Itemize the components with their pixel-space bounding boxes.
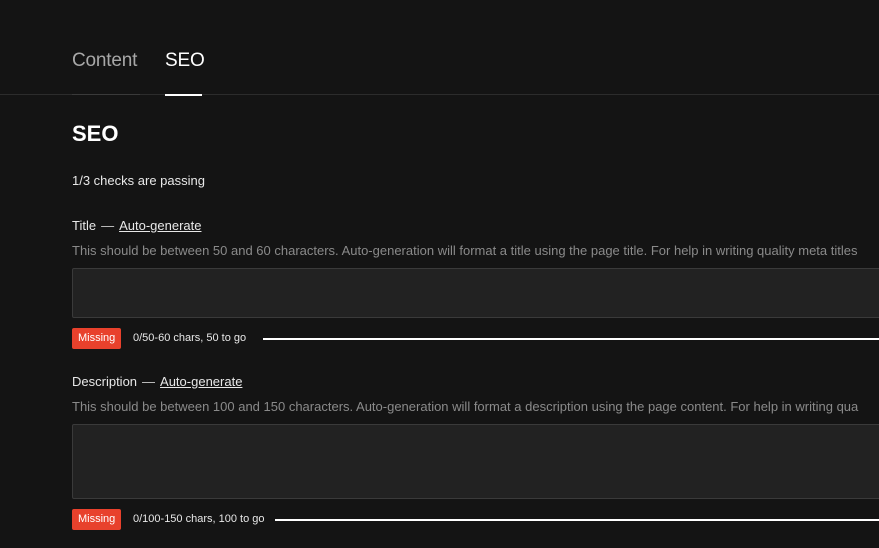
tab-seo[interactable]: SEO — [165, 50, 205, 96]
description-char-count: 0/100-150 chars, 100 to go — [133, 513, 265, 525]
description-textarea[interactable] — [72, 424, 879, 499]
description-hint: This should be between 100 and 150 chara… — [72, 399, 859, 414]
description-field-label: Description — Auto-generate — [72, 374, 242, 390]
tab-bar: Content SEO — [0, 0, 879, 96]
tab-content[interactable]: Content — [72, 50, 140, 95]
description-status-badge: Missing — [72, 509, 122, 530]
description-auto-generate-link[interactable]: Auto-generate — [160, 374, 242, 389]
title-field-label: Title — Auto-generate — [72, 218, 201, 234]
title-label-separator: — — [101, 218, 115, 233]
description-label-separator: — — [142, 374, 156, 389]
description-label-text: Description — [72, 374, 138, 389]
title-status-row: Missing 0/50-60 chars, 50 to go — [72, 328, 879, 349]
tab-seo-active-underline — [165, 94, 202, 96]
title-progress-bar — [263, 338, 879, 340]
title-char-count: 0/50-60 chars, 50 to go — [133, 332, 247, 344]
title-hint: This should be between 50 and 60 charact… — [72, 243, 858, 258]
title-auto-generate-link[interactable]: Auto-generate — [119, 218, 201, 233]
section-title: SEO — [72, 121, 119, 146]
description-progress-bar — [275, 519, 879, 521]
tab-seo-label: SEO — [165, 50, 205, 71]
title-status-badge: Missing — [72, 328, 122, 349]
tab-content-label: Content — [72, 50, 138, 71]
checks-summary: 1/3 checks are passing — [72, 173, 205, 188]
title-label-text: Title — [72, 218, 97, 233]
title-input[interactable] — [72, 268, 879, 318]
tab-content-underline — [72, 94, 140, 95]
description-status-row: Missing 0/100-150 chars, 100 to go — [72, 509, 879, 530]
